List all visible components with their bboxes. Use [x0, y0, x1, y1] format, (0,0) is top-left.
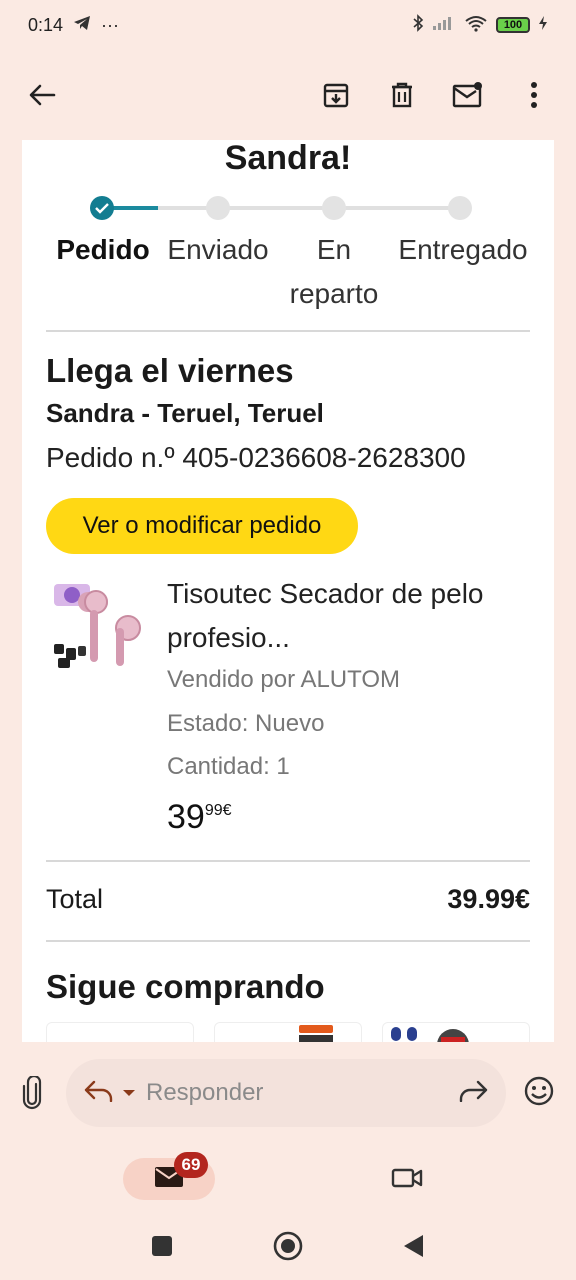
unread-count-badge: 69 [174, 1152, 208, 1178]
view-edit-order-button[interactable]: Ver o modificar pedido [46, 498, 358, 554]
total-value: 39.99€ [447, 884, 530, 914]
product-title[interactable]: Tisoutec Secador de pelo profesio... [167, 572, 537, 660]
battery-level: 100 [503, 19, 523, 31]
product-price: 3999€ [167, 798, 232, 837]
home-circle-icon[interactable] [270, 1228, 306, 1264]
product-condition: Estado: Nuevo [167, 710, 325, 737]
battery-icon: 100 [496, 17, 530, 33]
reply-icon[interactable] [84, 1080, 114, 1107]
step-shipped-dot [206, 196, 230, 220]
recommendation-tile[interactable] [382, 1022, 530, 1042]
order-number: Pedido n.º 405-0236608-2628300 [46, 442, 466, 473]
total-label: Total [46, 884, 104, 914]
bluetooth-icon [412, 13, 424, 37]
product-seller: Vendido por ALUTOM [167, 666, 401, 693]
product-image[interactable] [52, 578, 142, 674]
email-body: Sandra! Pedido Enviado En reparto Entreg… [22, 140, 554, 1042]
reply-placeholder[interactable]: Responder [146, 1079, 458, 1107]
divider [46, 940, 530, 942]
status-time: 0:14 [28, 14, 64, 35]
video-camera-icon [391, 1167, 423, 1194]
step-delivered-dot [448, 196, 472, 220]
step-out-for-delivery-dot [322, 196, 346, 220]
more-vert-icon[interactable] [512, 73, 556, 117]
email-toolbar [0, 50, 576, 140]
system-navigation [0, 1212, 576, 1280]
step-label-shipped: Enviado [167, 234, 269, 265]
price-fraction: 99€ [204, 802, 232, 819]
delete-icon[interactable] [380, 73, 424, 117]
step-ordered-check-icon [90, 196, 114, 220]
attachment-icon[interactable] [14, 1076, 50, 1110]
price-whole: 39 [167, 798, 205, 836]
forward-icon[interactable] [458, 1080, 488, 1107]
recommendation-tile[interactable] [214, 1022, 362, 1042]
order-progress [22, 194, 554, 224]
greeting: Sandra! [224, 140, 352, 177]
emoji-icon[interactable] [524, 1076, 554, 1111]
nav-meet-tab[interactable] [386, 1164, 428, 1196]
divider [46, 860, 530, 862]
back-arrow-icon[interactable] [20, 73, 64, 117]
reply-options-dropdown-icon[interactable] [122, 1084, 136, 1102]
charging-icon [538, 15, 548, 36]
bottom-navigation: 69 [0, 1144, 576, 1212]
recipient-address: Sandra - Teruel, Teruel [46, 398, 324, 428]
status-bar: 0:14 ··· 100 [0, 0, 576, 50]
signal-icon [432, 15, 456, 36]
status-dots: ··· [101, 14, 120, 35]
reply-field[interactable]: Responder [66, 1059, 506, 1127]
keep-shopping-heading: Sigue comprando [46, 968, 325, 1005]
archive-icon[interactable] [314, 73, 358, 117]
mark-unread-icon[interactable] [446, 73, 490, 117]
recommendation-tile[interactable] [46, 1022, 194, 1042]
reply-bar: Responder [0, 1042, 576, 1144]
step-label-out-for-delivery: En reparto [289, 234, 379, 309]
step-label-delivered: Entregado [398, 234, 528, 265]
telegram-icon [73, 15, 91, 36]
arrival-heading: Llega el viernes [46, 352, 294, 389]
product-quantity: Cantidad: 1 [167, 753, 290, 780]
recents-square-icon[interactable] [144, 1228, 180, 1264]
divider [46, 330, 530, 332]
wifi-icon [464, 14, 488, 37]
step-label-ordered: Pedido [56, 234, 150, 265]
back-triangle-icon[interactable] [396, 1228, 432, 1264]
